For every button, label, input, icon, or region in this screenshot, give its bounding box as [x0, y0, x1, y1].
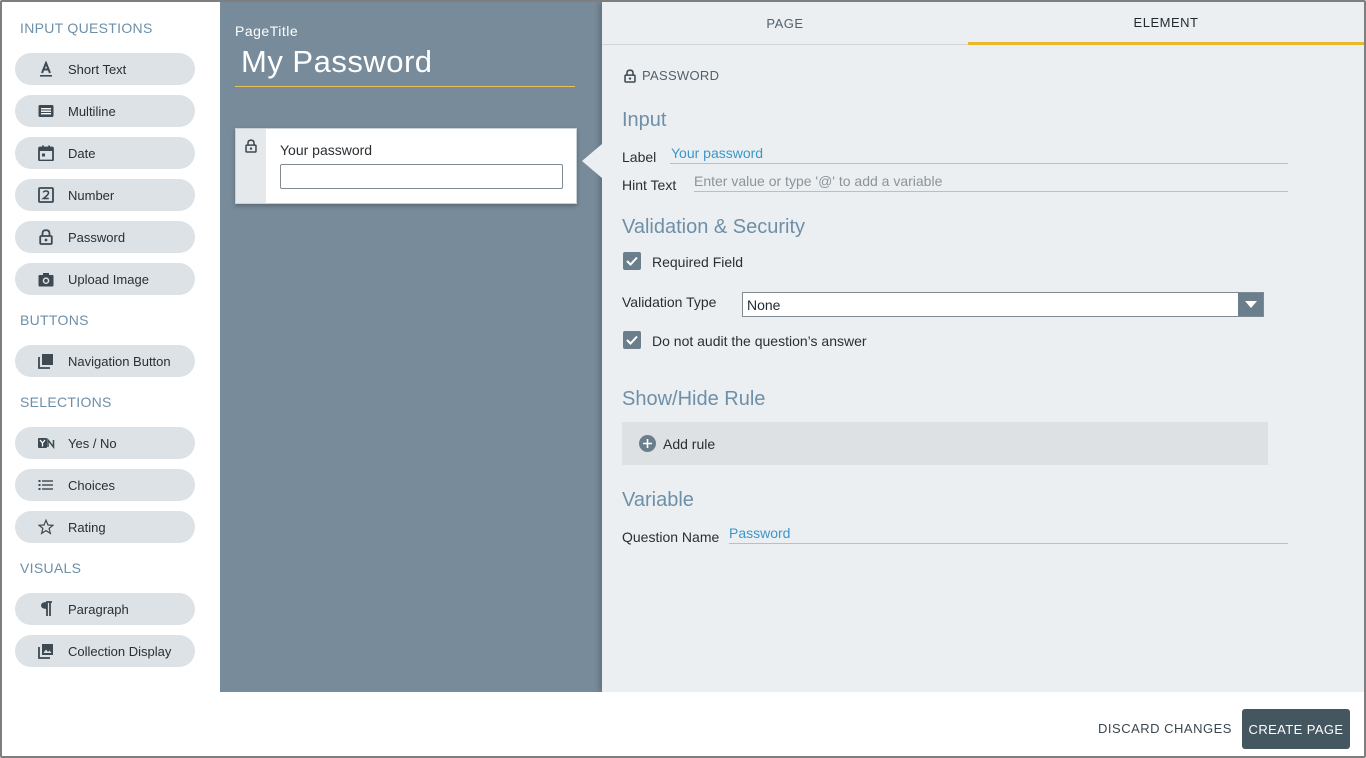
pilcrow-icon — [37, 600, 55, 618]
lock-icon — [37, 228, 55, 246]
required-field-checkbox[interactable] — [623, 252, 641, 270]
star-icon — [37, 518, 55, 536]
palette-item-rating[interactable]: Rating — [15, 511, 195, 543]
palette-item-number[interactable]: Number — [15, 179, 195, 211]
palette-item-collection-display[interactable]: Collection Display — [15, 635, 195, 667]
calendar-icon — [37, 144, 55, 162]
card-password-input[interactable] — [280, 164, 563, 189]
no-audit-label: Do not audit the question’s answer — [652, 333, 867, 349]
lock-icon — [245, 139, 257, 203]
palette-item-password[interactable]: Password — [15, 221, 195, 253]
chevron-down-icon[interactable] — [1238, 293, 1263, 316]
label-field-input[interactable]: Your password — [671, 145, 763, 161]
tab-page[interactable]: PAGE — [602, 2, 968, 45]
palette-item-upload-image[interactable]: Upload Image — [15, 263, 195, 295]
palette-item-label: Collection Display — [68, 643, 172, 659]
number-icon — [37, 186, 55, 204]
label-field-underline — [670, 163, 1288, 164]
add-rule-button[interactable]: Add rule — [622, 422, 1268, 465]
plus-circle-icon — [639, 435, 656, 452]
group-title-selections: SELECTIONS — [20, 394, 112, 410]
text-a-icon — [37, 60, 55, 78]
question-name-label: Question Name — [622, 529, 720, 545]
palette-item-label: Paragraph — [68, 601, 129, 617]
palette-item-label: Choices — [68, 477, 115, 493]
element-type-label: PASSWORD — [642, 68, 720, 83]
properties-panel: PAGE ELEMENT PASSWORD Input Label Your p… — [582, 2, 1364, 692]
palette-item-label: Multiline — [68, 103, 116, 119]
palette-item-label: Password — [68, 229, 126, 245]
stack-icon — [37, 352, 55, 370]
page-title-label: PageTitle — [235, 23, 299, 39]
hint-text-underline — [694, 191, 1288, 192]
no-audit-checkbox[interactable] — [623, 331, 641, 349]
section-title-input: Input — [622, 109, 667, 131]
card-question-label: Your password — [280, 142, 373, 158]
palette-item-label: Upload Image — [68, 271, 149, 287]
palette-item-label: Navigation Button — [68, 353, 171, 369]
palette-item-date[interactable]: Date — [15, 137, 195, 169]
palette-item-label: Yes / No — [68, 435, 117, 451]
palette-item-label: Date — [68, 145, 96, 161]
required-field-label: Required Field — [652, 254, 744, 270]
palette-item-navigation-button[interactable]: Navigation Button — [15, 345, 195, 377]
label-field-label: Label — [622, 149, 657, 165]
palette-item-label: Short Text — [68, 61, 127, 77]
create-page-button[interactable]: CREATE PAGE — [1242, 709, 1350, 749]
lock-icon — [624, 68, 636, 83]
page-title-underline — [235, 86, 575, 87]
question-name-input[interactable]: Password — [729, 525, 790, 541]
add-rule-label: Add rule — [663, 435, 716, 452]
validation-type-select[interactable]: None — [742, 292, 1264, 317]
panel-pointer-arrow — [582, 144, 602, 178]
group-title-buttons: BUTTONS — [20, 312, 89, 328]
image-stack-icon — [37, 642, 55, 660]
page-canvas: PageTitle My Password Your password — [220, 2, 602, 692]
camera-icon — [37, 270, 55, 288]
app-window: INPUT QUESTIONS Short Text Multiline Dat… — [0, 0, 1366, 758]
element-type-header: PASSWORD — [624, 68, 719, 83]
palette-item-multiline[interactable]: Multiline — [15, 95, 195, 127]
section-title-variable: Variable — [622, 489, 694, 511]
tab-element[interactable]: ELEMENT — [968, 2, 1364, 45]
password-element-card[interactable]: Your password — [235, 128, 577, 204]
question-name-underline — [729, 543, 1288, 544]
element-palette: INPUT QUESTIONS Short Text Multiline Dat… — [2, 2, 220, 692]
section-title-show-hide: Show/Hide Rule — [622, 388, 766, 410]
yes-no-icon — [37, 434, 55, 452]
palette-item-yes-no[interactable]: Yes / No — [15, 427, 195, 459]
group-title-input-questions: INPUT QUESTIONS — [20, 20, 153, 36]
validation-type-label: Validation Type — [622, 294, 717, 310]
multiline-icon — [37, 102, 55, 120]
palette-item-label: Rating — [68, 519, 106, 535]
page-title-input[interactable]: My Password — [241, 44, 433, 80]
hint-text-label: Hint Text — [622, 177, 677, 193]
palette-item-paragraph[interactable]: Paragraph — [15, 593, 195, 625]
footer-bar: DISCARD CHANGES CREATE PAGE — [2, 692, 1364, 756]
hint-text-input[interactable]: Enter value or type '@' to add a variabl… — [694, 173, 942, 189]
group-title-visuals: VISUALS — [20, 560, 82, 576]
card-side-strip — [236, 129, 266, 203]
section-title-validation: Validation & Security — [622, 216, 806, 238]
palette-item-label: Number — [68, 187, 115, 203]
properties-tabs: PAGE ELEMENT — [602, 2, 1364, 45]
list-icon — [37, 476, 55, 494]
validation-type-value: None — [747, 297, 781, 313]
discard-changes-button[interactable]: DISCARD CHANGES — [1095, 709, 1235, 747]
checkmark-icon — [626, 335, 638, 345]
palette-item-choices[interactable]: Choices — [15, 469, 195, 501]
palette-item-short-text[interactable]: Short Text — [15, 53, 195, 85]
checkmark-icon — [626, 256, 638, 266]
